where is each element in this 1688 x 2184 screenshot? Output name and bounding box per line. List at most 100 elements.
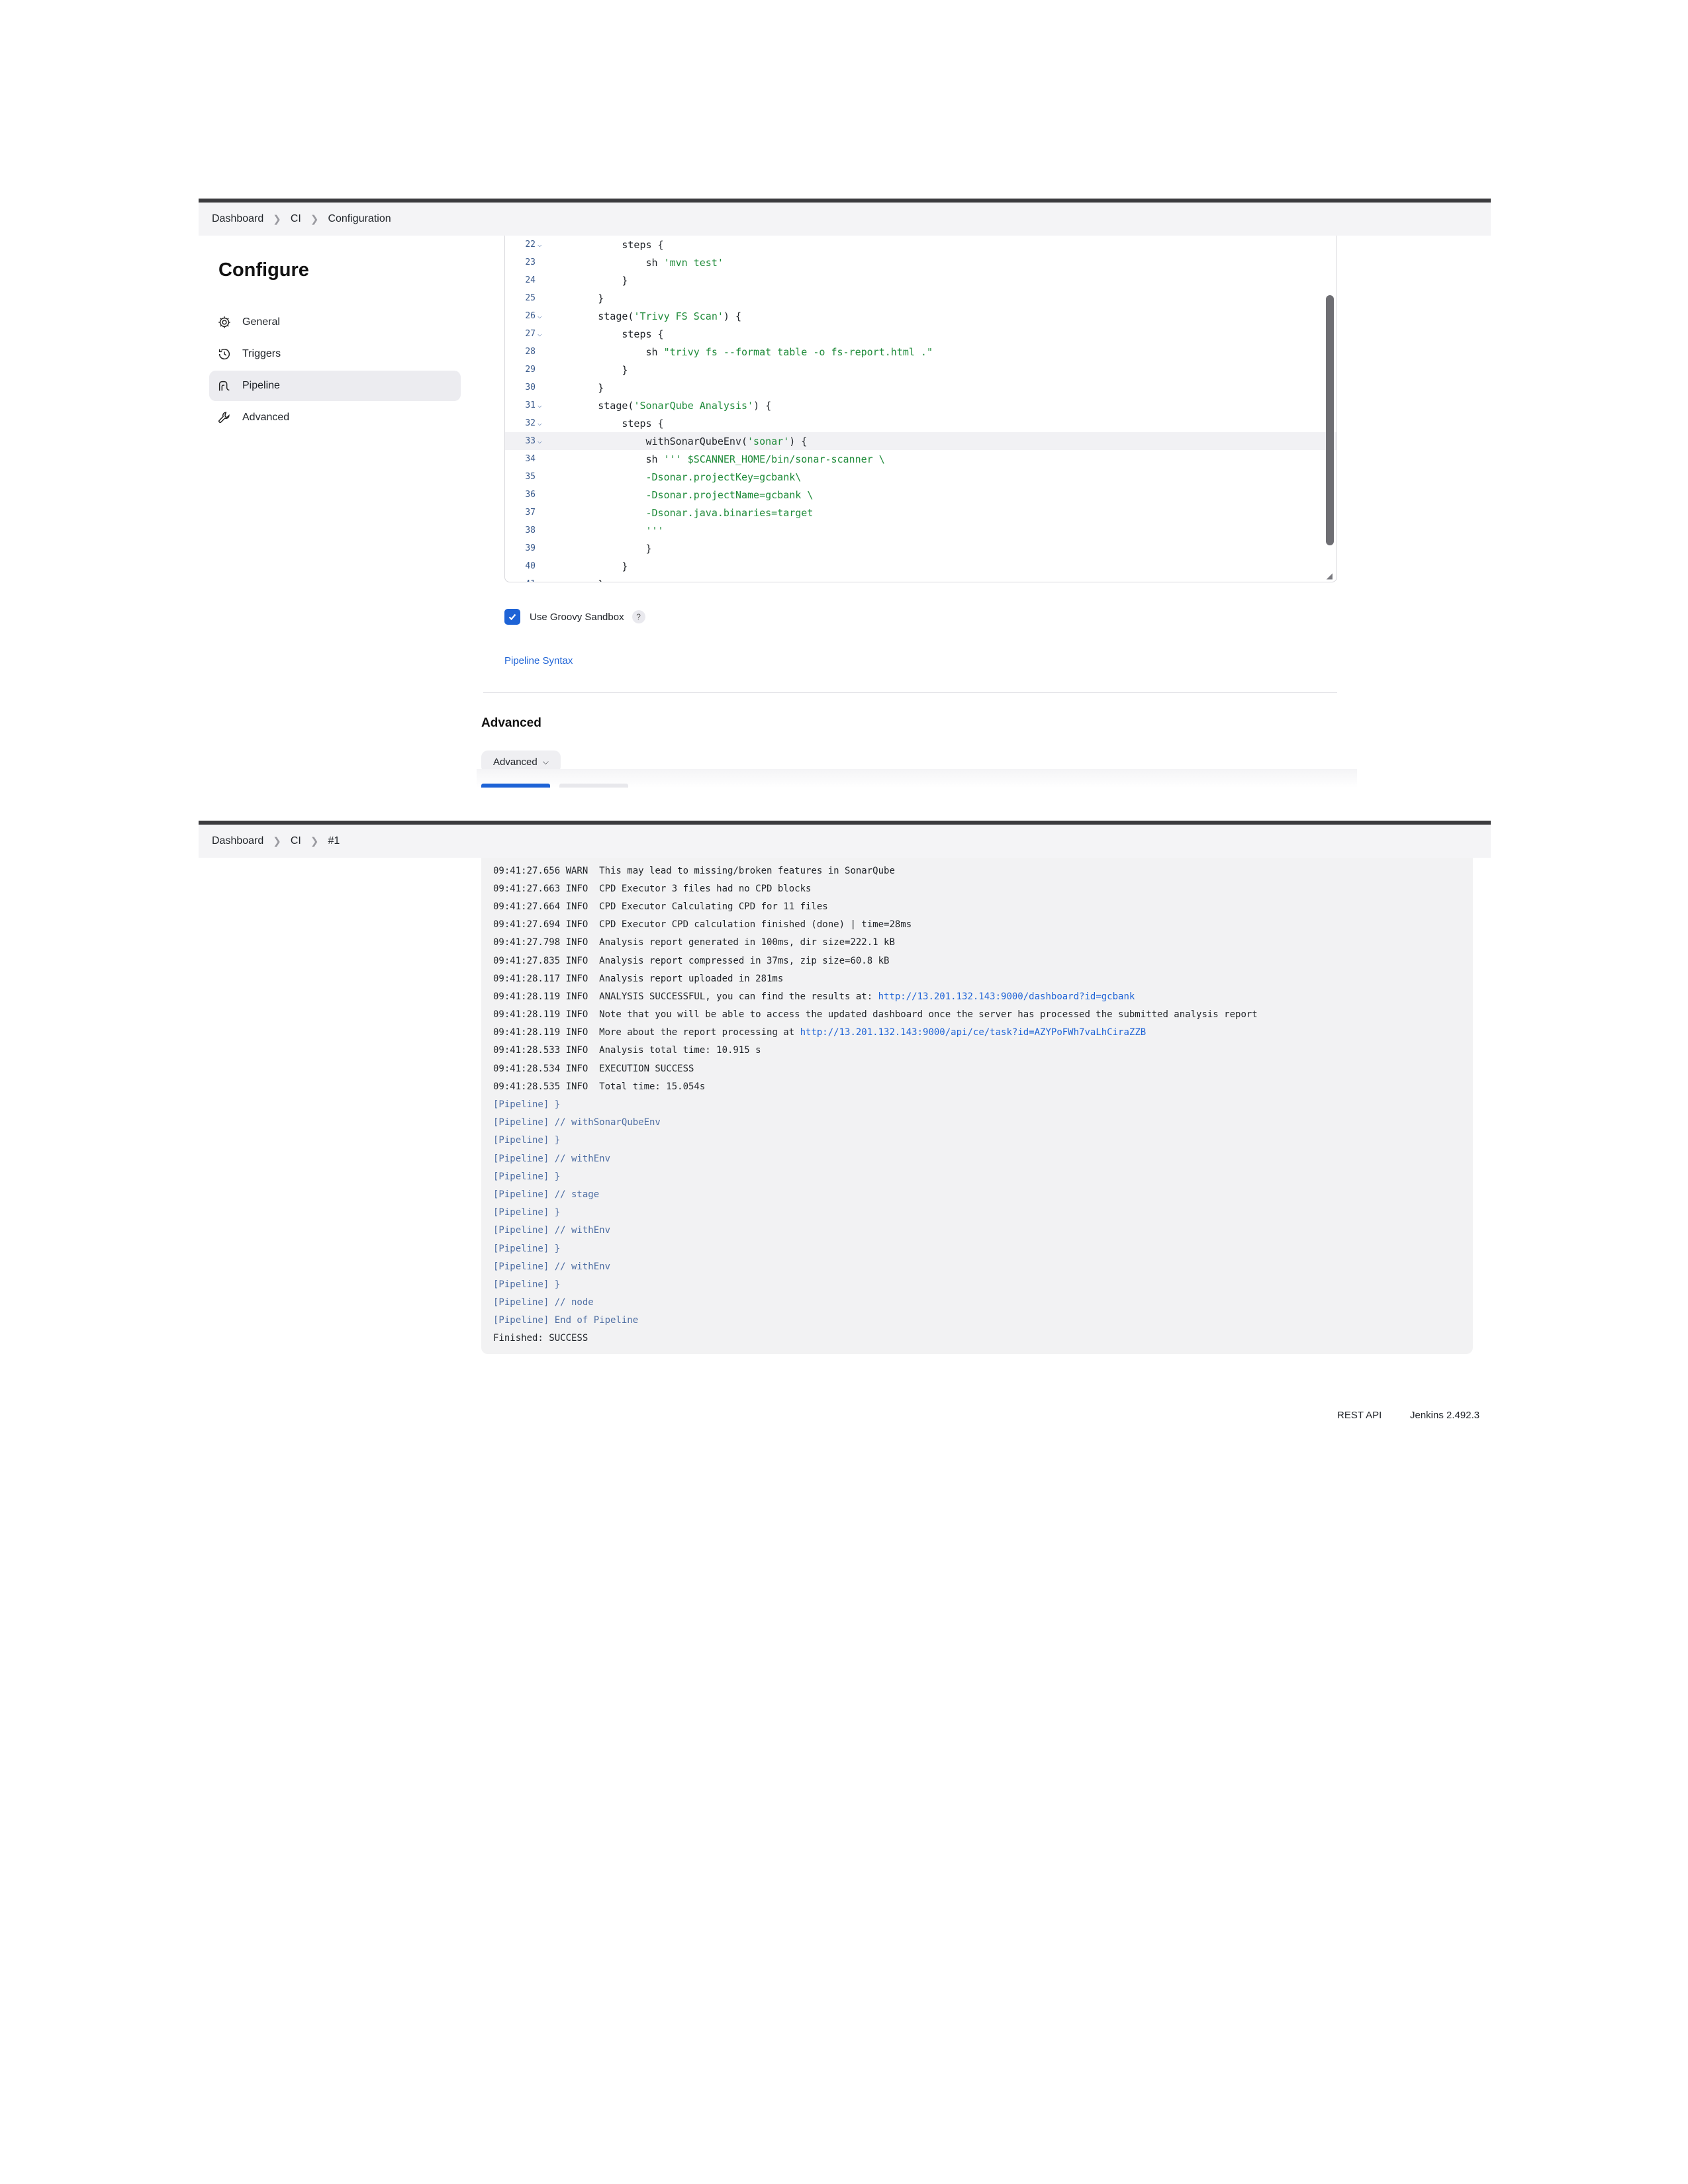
log-text: [Pipeline] } xyxy=(493,1171,561,1182)
breadcrumb-dashboard[interactable]: Dashboard xyxy=(212,213,263,225)
log-line: [Pipeline] } xyxy=(493,1275,1461,1293)
chevron-right-icon: ❯ xyxy=(273,836,281,847)
code-string: -Dsonar.java.binaries=target xyxy=(645,506,814,519)
save-button[interactable] xyxy=(481,784,550,788)
chevron-right-icon: ❯ xyxy=(273,214,281,225)
code-line[interactable]: 27 ⌵ steps { xyxy=(505,325,1336,343)
code-line[interactable]: 26 ⌵ stage('Trivy FS Scan') { xyxy=(505,307,1336,325)
groovy-sandbox-checkbox[interactable] xyxy=(504,609,520,625)
fold-chevron-icon[interactable]: ⌵ xyxy=(536,312,550,320)
breadcrumb-job[interactable]: CI xyxy=(291,213,301,225)
resize-handle-icon[interactable]: ◢ xyxy=(1327,571,1333,580)
code-text: sh "trivy fs --format table -o fs-report… xyxy=(550,346,933,358)
log-line: 09:41:28.119 INFO ANALYSIS SUCCESSFUL, y… xyxy=(493,987,1461,1005)
line-number: 35 xyxy=(525,472,536,482)
fold-chevron-icon[interactable]: ⌵ xyxy=(536,419,550,428)
log-line: 09:41:27.656 WARN This may lead to missi… xyxy=(493,862,1461,880)
log-line: 09:41:28.119 INFO Note that you will be … xyxy=(493,1006,1461,1024)
code-line[interactable]: 35 -Dsonar.projectKey=gcbank\ xyxy=(505,468,1336,486)
pipeline-script-editor[interactable]: 22 ⌵ steps {23 sh 'mvn test' 24 } 25 } 26 ⌵ s… xyxy=(504,236,1337,582)
code-line[interactable]: 25 } xyxy=(505,289,1336,307)
code-token: } xyxy=(550,292,604,304)
code-line[interactable]: 29 } xyxy=(505,361,1336,379)
line-number: 32 xyxy=(525,418,536,428)
chevron-down-icon: ⌵ xyxy=(542,756,549,766)
log-text: 09:41:27.664 INFO CPD Executor Calculati… xyxy=(493,901,828,912)
jenkins-version-link[interactable]: Jenkins 2.492.3 xyxy=(1410,1410,1479,1421)
pipeline-syntax-link[interactable]: Pipeline Syntax xyxy=(504,655,573,666)
code-line[interactable]: 38 ''' xyxy=(505,522,1336,539)
apply-button[interactable] xyxy=(559,784,628,788)
log-text: [Pipeline] } xyxy=(493,1279,561,1290)
log-link[interactable]: http://13.201.132.143:9000/api/ce/task?i… xyxy=(800,1027,1147,1038)
code-line[interactable]: 22 ⌵ steps { xyxy=(505,236,1336,253)
breadcrumb-dashboard[interactable]: Dashboard xyxy=(212,835,263,847)
code-text: } xyxy=(550,275,628,287)
code-text: ''' xyxy=(550,525,664,537)
editor-scrollbar[interactable] xyxy=(1326,295,1334,545)
divider xyxy=(483,692,1337,693)
code-line[interactable]: 31 ⌵ stage('SonarQube Analysis') { xyxy=(505,396,1336,414)
sidebar-item-general[interactable]: General xyxy=(209,307,461,338)
log-text: [Pipeline] // withEnv xyxy=(493,1225,611,1236)
breadcrumb-job[interactable]: CI xyxy=(291,835,301,847)
code-text: } xyxy=(550,578,604,582)
log-text: [Pipeline] // stage xyxy=(493,1189,600,1200)
log-line: 09:41:28.535 INFO Total time: 15.054s xyxy=(493,1077,1461,1095)
log-text: [Pipeline] // withEnv xyxy=(493,1261,611,1272)
code-line[interactable]: 24 } xyxy=(505,271,1336,289)
log-text: 09:41:28.535 INFO Total time: 15.054s xyxy=(493,1081,706,1092)
log-text: 09:41:28.119 INFO More about the report … xyxy=(493,1027,800,1038)
code-text: steps { xyxy=(550,328,663,340)
line-number: 24 xyxy=(525,275,536,285)
rest-api-link[interactable]: REST API xyxy=(1337,1410,1382,1421)
log-line: 09:41:28.533 INFO Analysis total time: 1… xyxy=(493,1042,1461,1060)
line-number: 33 xyxy=(525,436,536,446)
sidebar-item-pipeline[interactable]: Pipeline xyxy=(209,371,461,401)
log-text: 09:41:27.656 WARN This may lead to missi… xyxy=(493,865,895,876)
code-line[interactable]: 40 } xyxy=(505,557,1336,575)
code-string: 'SonarQube Analysis' xyxy=(633,399,754,412)
line-number: 26 xyxy=(525,311,536,321)
log-text: 09:41:28.119 INFO Note that you will be … xyxy=(493,1009,1258,1021)
log-text: 09:41:27.835 INFO Analysis report compre… xyxy=(493,955,890,966)
help-icon[interactable]: ? xyxy=(632,610,645,623)
code-line[interactable]: 39 } xyxy=(505,539,1336,557)
log-line: [Pipeline] // withEnv xyxy=(493,1257,1461,1275)
line-number: 40 xyxy=(525,561,536,571)
breadcrumb-current: #1 xyxy=(328,835,340,846)
log-text: [Pipeline] } xyxy=(493,1099,561,1111)
fold-chevron-icon[interactable]: ⌵ xyxy=(536,437,550,445)
code-text: stage('SonarQube Analysis') { xyxy=(550,400,771,412)
sidebar-item-triggers[interactable]: Triggers xyxy=(209,339,461,369)
log-text: 09:41:28.533 INFO Analysis total time: 1… xyxy=(493,1045,761,1056)
code-line[interactable]: 32 ⌵ steps { xyxy=(505,414,1336,432)
sidebar-item-advanced[interactable]: Advanced xyxy=(209,402,461,433)
code-line[interactable]: 37 -Dsonar.java.binaries=target xyxy=(505,504,1336,522)
code-token: } xyxy=(550,560,628,572)
code-text: } xyxy=(550,543,651,555)
code-line[interactable]: 30 } xyxy=(505,379,1336,396)
code-line[interactable]: 36 -Dsonar.projectName=gcbank \ xyxy=(505,486,1336,504)
code-string: 'sonar' xyxy=(747,435,790,447)
line-number: 28 xyxy=(525,347,536,357)
fold-chevron-icon[interactable]: ⌵ xyxy=(536,330,550,338)
code-line[interactable]: 23 sh 'mvn test' xyxy=(505,253,1336,271)
log-text: [Pipeline] // withEnv xyxy=(493,1153,611,1164)
line-number: 29 xyxy=(525,365,536,375)
pipeline-icon xyxy=(218,381,230,391)
fold-chevron-icon[interactable]: ⌵ xyxy=(536,240,550,249)
log-link[interactable]: http://13.201.132.143:9000/dashboard?id=… xyxy=(878,991,1135,1002)
code-token: } xyxy=(550,274,628,287)
code-token: sh xyxy=(550,345,664,358)
groovy-sandbox-label: Use Groovy Sandbox xyxy=(530,611,624,623)
code-line[interactable]: 28 sh "trivy fs --format table -o fs-rep… xyxy=(505,343,1336,361)
fold-chevron-icon[interactable]: ⌵ xyxy=(536,401,550,410)
code-line[interactable]: 34 sh ''' $SCANNER_HOME/bin/sonar-scanne… xyxy=(505,450,1336,468)
code-line[interactable]: 41 } xyxy=(505,575,1336,582)
code-token: } xyxy=(550,381,604,394)
code-line[interactable]: 33 ⌵ withSonarQubeEnv('sonar') { xyxy=(505,432,1336,450)
line-number: 25 xyxy=(525,293,536,303)
